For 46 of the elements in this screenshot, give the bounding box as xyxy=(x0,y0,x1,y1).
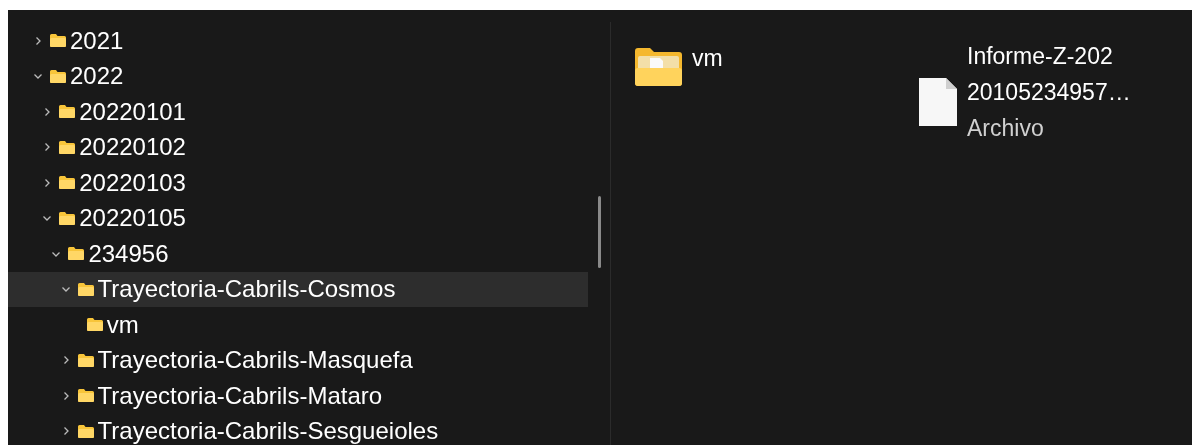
folder-name: Trayectoria-Cabrils-Cosmos xyxy=(97,276,396,303)
tree-item[interactable]: 2022 xyxy=(8,58,588,94)
folder-name: 234956 xyxy=(88,240,169,267)
folder-name: 20220102 xyxy=(79,134,186,161)
folder-tile[interactable]: vm xyxy=(635,38,919,86)
file-name: vm xyxy=(692,44,723,73)
tree-item[interactable]: 20220105 xyxy=(8,200,588,236)
folder-name: 2022 xyxy=(70,63,124,90)
folder-icon xyxy=(86,318,103,332)
folder-name: 20220105 xyxy=(79,205,186,232)
folder-icon xyxy=(59,140,76,154)
file-type: Archivo xyxy=(967,114,1045,143)
folder-icon xyxy=(77,389,94,403)
folder-icon xyxy=(50,34,66,48)
tree-item[interactable]: vm xyxy=(8,307,588,343)
tree-item[interactable]: 20220103 xyxy=(8,165,588,201)
folder-name: Trayectoria-Cabrils-Mataro xyxy=(97,382,383,409)
tree-item[interactable]: Trayectoria-Cabrils-Cosmos xyxy=(8,271,588,307)
folder-name: Trayectoria-Cabrils-Sesgueioles xyxy=(97,418,439,445)
tree-item[interactable]: Trayectoria-Cabrils-Mataro xyxy=(8,378,588,414)
tree-item[interactable]: Trayectoria-Cabrils-Masquefa xyxy=(8,342,588,378)
folder-name: 2021 xyxy=(70,27,124,54)
folder-icon xyxy=(59,176,76,190)
file-tile[interactable]: Informe-Z-202 20105234957… Archivo xyxy=(919,38,1179,146)
folder-icon xyxy=(68,247,85,261)
scrollbar-thumb[interactable] xyxy=(597,196,601,268)
folder-icon xyxy=(77,424,94,438)
folder-icon xyxy=(50,69,66,83)
folder-name: vm xyxy=(106,311,139,338)
tree-item[interactable]: 20220102 xyxy=(8,129,588,165)
tree-item[interactable]: 234956 xyxy=(8,236,588,272)
folder-icon xyxy=(59,105,76,119)
folder-icon xyxy=(77,282,94,296)
folder-name: 20220103 xyxy=(79,169,186,196)
tree-item[interactable]: 20220101 xyxy=(8,94,588,130)
folder-icon xyxy=(77,353,94,367)
file-name: Informe-Z-202 xyxy=(967,42,1114,71)
folder-icon xyxy=(635,48,682,86)
folder-icon xyxy=(59,211,76,225)
chevron-right-icon[interactable] xyxy=(33,35,43,46)
tree-item[interactable]: Trayectoria-Cabrils-Sesgueioles xyxy=(8,413,588,445)
file-icon xyxy=(919,78,957,126)
tree-item[interactable]: 2021 xyxy=(8,23,588,59)
file-name: 20105234957… xyxy=(967,78,1131,107)
folder-name: 20220101 xyxy=(79,98,186,125)
folder-name: Trayectoria-Cabrils-Masquefa xyxy=(97,347,413,374)
